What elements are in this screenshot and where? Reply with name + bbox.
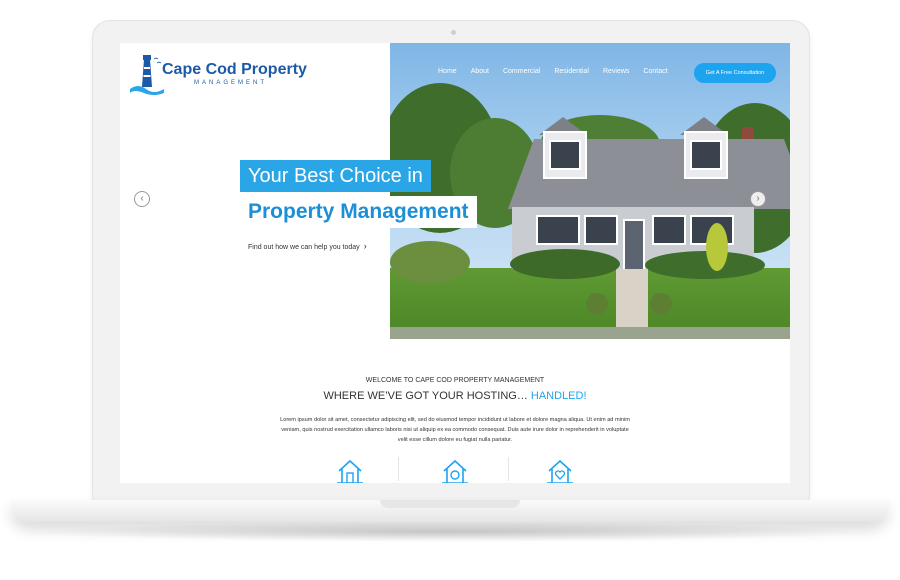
photo-shrub — [510, 249, 620, 279]
photo-shrub — [390, 241, 470, 283]
house-icon — [335, 457, 365, 483]
hero-learn-more-label: Find out how we can help you today — [248, 244, 360, 251]
slider-next-button[interactable]: › — [750, 191, 766, 207]
tagline-main: WHERE WE’VE GOT YOUR HOSTING… — [323, 390, 531, 402]
photo-door — [623, 219, 645, 271]
photo-street — [390, 327, 790, 339]
tagline-highlight: HANDLED! — [530, 390, 587, 402]
welcome-heading: WELCOME TO CAPE COD PROPERTY MANAGEMENT — [365, 377, 545, 384]
website-screen: Cape Cod Property MANAGEMENT Home About … — [120, 43, 790, 483]
nav-link-residential[interactable]: Residential — [554, 68, 589, 75]
photo-window — [549, 140, 581, 170]
house-heart-icon — [545, 457, 575, 483]
brand-logo[interactable]: Cape Cod Property MANAGEMENT — [130, 51, 310, 99]
brand-title: Cape Cod Property — [162, 61, 307, 78]
nav-link-commercial[interactable]: Commercial — [503, 68, 540, 75]
photo-shrub — [645, 251, 765, 279]
free-consultation-button[interactable]: Get A Free Consultation — [694, 63, 776, 83]
laptop-notch — [380, 500, 520, 508]
house-search-icon — [440, 457, 470, 483]
tagline-heading: WHERE WE’VE GOT YOUR HOSTING… HANDLED! — [120, 390, 790, 402]
photo-planter — [650, 293, 672, 315]
feature-icons-row — [320, 457, 590, 483]
hero-house-photo — [390, 43, 790, 339]
chevron-right-icon: › — [363, 241, 367, 251]
main-nav: Home About Commercial Residential Review… — [438, 68, 668, 75]
nav-link-reviews[interactable]: Reviews — [603, 68, 629, 75]
photo-walkway — [616, 269, 648, 327]
photo-window — [536, 215, 580, 245]
nav-link-about[interactable]: About — [471, 68, 489, 75]
photo-shrub — [706, 223, 728, 271]
lighthouse-icon — [130, 55, 164, 95]
feature-divider — [508, 457, 509, 481]
photo-window — [584, 215, 618, 245]
feature-divider — [398, 457, 399, 481]
nav-link-home[interactable]: Home — [438, 68, 457, 75]
hero-headline-line2: Property Management — [240, 196, 477, 228]
brand-subtitle: MANAGEMENT — [194, 80, 268, 86]
laptop-camera — [451, 30, 456, 35]
hero-learn-more-link[interactable]: Find out how we can help you today › — [248, 241, 367, 251]
photo-planter — [586, 293, 608, 315]
photo-window — [652, 215, 686, 245]
slider-prev-button[interactable]: ‹ — [134, 191, 150, 207]
photo-window — [690, 140, 722, 170]
hero-headline-line1: Your Best Choice in — [240, 160, 431, 192]
intro-paragraph: Lorem ipsum dolor sit amet, consectetur … — [280, 417, 630, 443]
nav-link-contact[interactable]: Contact — [643, 68, 667, 75]
laptop-shadow — [30, 522, 870, 542]
